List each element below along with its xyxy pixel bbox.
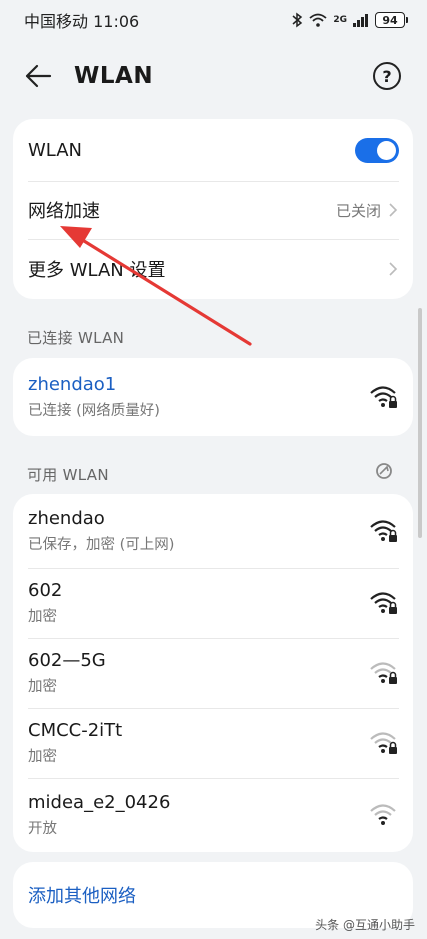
more-wlan-settings-label: 更多 WLAN 设置 [28,260,166,281]
available-section-title: 可用 WLAN [27,466,109,484]
wifi-lock-icon [370,520,397,542]
network-status: 已保存，加密 (可上网) [28,537,175,553]
page-title: WLAN [74,63,154,89]
available-card: zhendao 已保存，加密 (可上网) 602 加密 602—5G 加密 CM… [13,494,413,852]
chevron-right-icon [389,203,398,217]
network-status: 加密 [28,679,57,695]
network-status: 加密 [28,609,57,625]
network-row[interactable]: midea_e2_0426 开放 [13,778,413,852]
watermark: 头条 @互通小助手 [315,916,415,933]
network-name: midea_e2_0426 [28,792,171,813]
connected-network-row[interactable]: zhendao1 已连接 (网络质量好) [13,358,413,436]
help-icon: ? [382,66,392,86]
status-icons: 2G 94 [291,12,408,28]
header: WLAN ? [0,48,427,104]
wifi-lock-icon [370,592,397,614]
wlan-toggle-row[interactable]: WLAN [13,119,413,181]
scanning-icon [376,463,392,479]
network-name: 602 [28,580,63,601]
wlan-toggle[interactable] [355,137,399,163]
network-type: 2G [333,15,347,25]
more-wlan-settings-row[interactable]: 更多 WLAN 设置 [13,239,413,299]
scrollbar[interactable] [418,308,422,538]
network-row[interactable]: 602 加密 [13,568,413,638]
network-status: 已连接 (网络质量好) [28,403,160,419]
wlan-label: WLAN [28,139,83,161]
arrow-left-icon [25,64,52,88]
wifi-lock-icon [370,386,397,408]
status-bar: 中国移动 11:06 2G 94 [0,0,427,40]
network-row[interactable]: CMCC-2iTt 加密 [13,708,413,778]
watermark-text: 头条 @互通小助手 [315,918,415,932]
network-status: 加密 [28,749,57,765]
toggle-knob [377,140,396,160]
network-name: 602—5G [28,650,106,671]
network-status: 开放 [28,821,57,837]
network-row[interactable]: zhendao 已保存，加密 (可上网) [13,494,413,568]
connected-card: zhendao1 已连接 (网络质量好) [13,358,413,436]
network-name: zhendao1 [28,374,117,395]
network-acceleration-value: 已关闭 [335,201,381,220]
network-acceleration-row[interactable]: 网络加速 已关闭 [13,181,413,239]
network-row[interactable]: 602—5G 加密 [13,638,413,708]
network-name: zhendao [28,508,105,529]
carrier-time: 中国移动 11:06 [24,12,140,31]
wifi-icon [370,804,396,825]
network-acceleration-label: 网络加速 [28,201,100,222]
chevron-right-icon [389,262,398,276]
wifi-status-icon [309,13,327,27]
network-name: CMCC-2iTt [28,720,123,741]
wifi-lock-icon [370,732,397,754]
bluetooth-icon [292,12,303,28]
settings-card: WLAN 网络加速 已关闭 更多 WLAN 设置 [13,119,413,299]
connected-section-title: 已连接 WLAN [27,329,125,347]
wifi-lock-icon [370,662,397,684]
add-other-network-link[interactable]: 添加其他网络 [28,882,136,908]
battery-icon: 94 [375,12,408,28]
help-button[interactable]: ? [373,62,401,90]
signal-icon [353,14,368,27]
back-button[interactable] [24,59,58,93]
